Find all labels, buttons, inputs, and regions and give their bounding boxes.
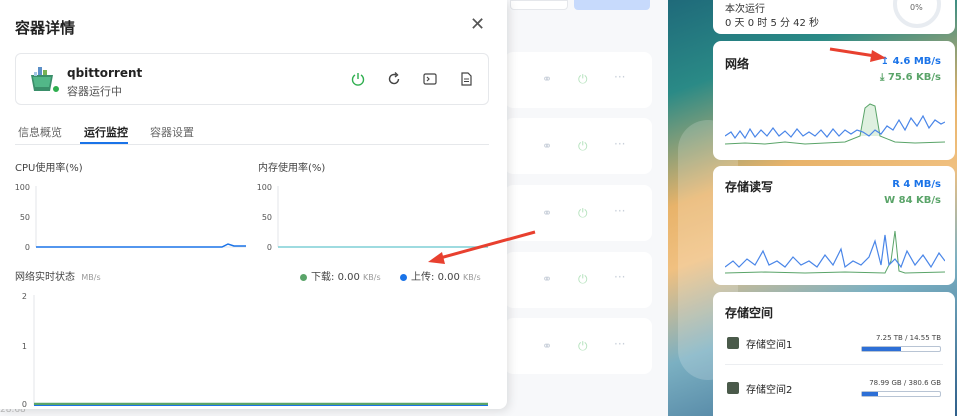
annotation-arrows [428, 47, 886, 264]
arrow-to-upload-legend [439, 230, 536, 260]
arrow-to-network-upload [829, 47, 876, 58]
